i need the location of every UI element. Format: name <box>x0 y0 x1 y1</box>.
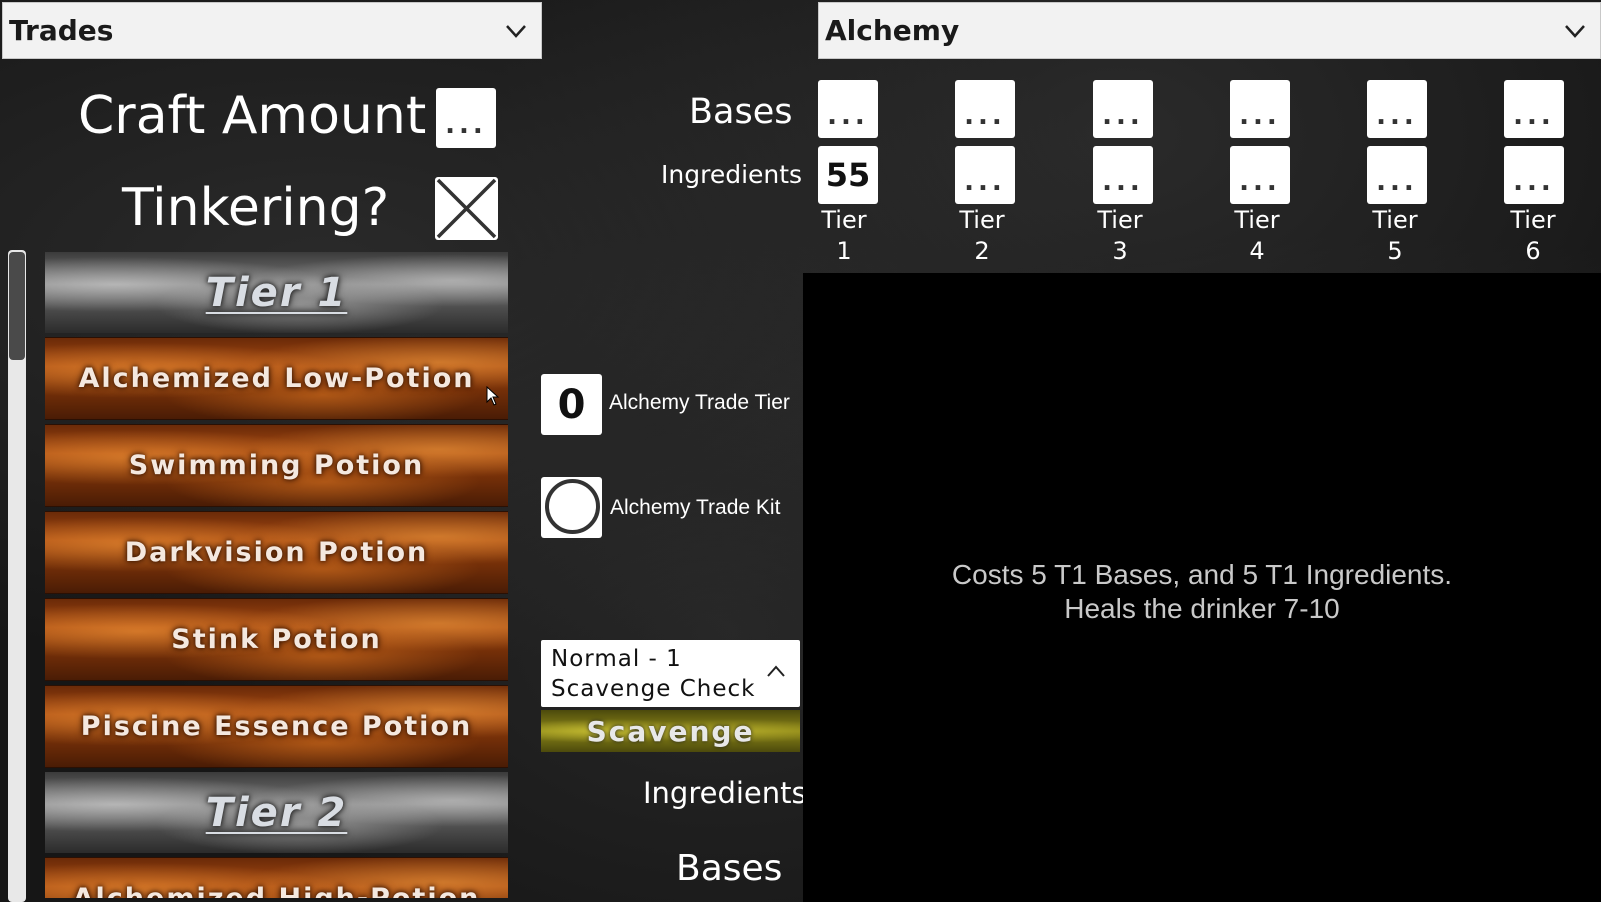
tier-column-label: Tier 5 <box>1365 205 1425 267</box>
tier-word: Tier <box>959 206 1005 234</box>
recipe-item[interactable]: Stink Potion <box>45 598 508 681</box>
chevron-up-icon <box>766 662 786 682</box>
chevron-down-icon <box>1564 20 1586 42</box>
x-mark-icon <box>436 178 497 239</box>
recipe-list-scroll-thumb[interactable] <box>9 252 25 360</box>
scavenge-bases-label: Bases <box>676 848 783 889</box>
bases-tier-1-input[interactable]: ... <box>818 80 878 138</box>
circle-icon <box>545 479 600 534</box>
ingredients-tier-3-value: ... <box>1102 167 1144 197</box>
recipe-item[interactable]: Alchemized Low-Potion <box>45 337 508 420</box>
mouse-cursor-icon <box>486 386 500 406</box>
tier-number: 6 <box>1525 237 1541 265</box>
chevron-down-icon <box>505 20 527 42</box>
ingredients-tier-2-input[interactable]: ... <box>955 146 1015 204</box>
craft-amount-label: Craft Amount <box>78 86 427 146</box>
ingredients-tier-6-input[interactable]: ... <box>1504 146 1564 204</box>
trade-kit-toggle[interactable] <box>541 477 602 538</box>
scavenge-button[interactable]: Scavenge <box>541 710 800 752</box>
trade-type-value: Alchemy <box>825 14 960 47</box>
bases-tier-1-value: ... <box>827 101 869 131</box>
scavenge-mode-value: Normal - 1 Scavenge Check <box>551 646 756 702</box>
ingredients-tier-4-input[interactable]: ... <box>1230 146 1290 204</box>
ingredients-tier-1-input[interactable]: 55 <box>818 146 878 204</box>
tier-number: 5 <box>1387 237 1403 265</box>
bases-tier-2-value: ... <box>964 101 1006 131</box>
ingredients-tier-6-value: ... <box>1513 167 1555 197</box>
ingredients-tier-1-value: 55 <box>825 156 871 194</box>
tier-word: Tier <box>1510 206 1556 234</box>
tier-word: Tier <box>1372 206 1418 234</box>
recipe-description: Costs 5 T1 Bases, and 5 T1 Ingredients. … <box>803 558 1601 626</box>
tier-number: 2 <box>974 237 990 265</box>
tinkering-label: Tinkering? <box>122 178 390 238</box>
trade-tier-input[interactable]: 0 <box>541 374 602 435</box>
bases-tier-6-input[interactable]: ... <box>1504 80 1564 138</box>
bases-tier-3-value: ... <box>1102 101 1144 131</box>
tier-number: 3 <box>1112 237 1128 265</box>
scavenge-ingredients-label: Ingredients <box>643 776 803 810</box>
description-line-2: Heals the drinker 7-10 <box>1064 593 1340 624</box>
trade-tier-value: 0 <box>557 381 586 428</box>
recipe-item[interactable]: Piscine Essence Potion <box>45 685 508 768</box>
bases-tier-3-input[interactable]: ... <box>1093 80 1153 138</box>
tier-1-header: Tier 1 <box>45 252 508 333</box>
tier-word: Tier <box>821 206 867 234</box>
ingredients-tier-3-input[interactable]: ... <box>1093 146 1153 204</box>
tier-word: Tier <box>1234 206 1280 234</box>
tier-word: Tier <box>1097 206 1143 234</box>
tier-column-label: Tier 4 <box>1227 205 1287 267</box>
tier-column-label: Tier 3 <box>1090 205 1150 267</box>
bases-tier-5-input[interactable]: ... <box>1367 80 1427 138</box>
trade-category-dropdown[interactable]: Trades <box>2 2 542 59</box>
trade-tier-label: Alchemy Trade Tier <box>609 391 790 414</box>
recipe-item[interactable]: Darkvision Potion <box>45 511 508 594</box>
bases-label: Bases <box>689 92 793 132</box>
scavenge-mode-select[interactable]: Normal - 1 Scavenge Check <box>541 640 800 707</box>
recipe-item[interactable]: Alchemized High-Potion <box>45 857 508 898</box>
bases-tier-4-value: ... <box>1239 101 1281 131</box>
ingredients-tier-5-value: ... <box>1376 167 1418 197</box>
bases-tier-6-value: ... <box>1513 101 1555 131</box>
tinkering-checkbox[interactable] <box>435 177 498 240</box>
trade-category-value: Trades <box>9 14 114 47</box>
recipe-description-panel: Costs 5 T1 Bases, and 5 T1 Ingredients. … <box>803 273 1601 902</box>
tier-column-label: Tier 2 <box>952 205 1012 267</box>
bases-tier-4-input[interactable]: ... <box>1230 80 1290 138</box>
craft-amount-input[interactable]: ... <box>436 88 496 148</box>
ingredients-tier-2-value: ... <box>964 167 1006 197</box>
recipe-list: Tier 1 Alchemized Low-Potion Swimming Po… <box>45 252 508 898</box>
craft-amount-value: ... <box>445 110 487 140</box>
recipe-item[interactable]: Swimming Potion <box>45 424 508 507</box>
tier-number: 1 <box>836 237 852 265</box>
description-line-1: Costs 5 T1 Bases, and 5 T1 Ingredients. <box>951 559 1453 590</box>
tier-2-header: Tier 2 <box>45 772 508 853</box>
ingredients-tier-4-value: ... <box>1239 167 1281 197</box>
tier-column-label: Tier 1 <box>814 205 874 267</box>
bases-tier-5-value: ... <box>1376 101 1418 131</box>
tier-number: 4 <box>1249 237 1265 265</box>
ingredients-tier-5-input[interactable]: ... <box>1367 146 1427 204</box>
bases-tier-2-input[interactable]: ... <box>955 80 1015 138</box>
tier-column-label: Tier 6 <box>1503 205 1563 267</box>
trade-type-dropdown[interactable]: Alchemy <box>818 2 1601 59</box>
ingredients-label: Ingredients <box>661 160 803 189</box>
trade-kit-label: Alchemy Trade Kit <box>610 496 781 519</box>
